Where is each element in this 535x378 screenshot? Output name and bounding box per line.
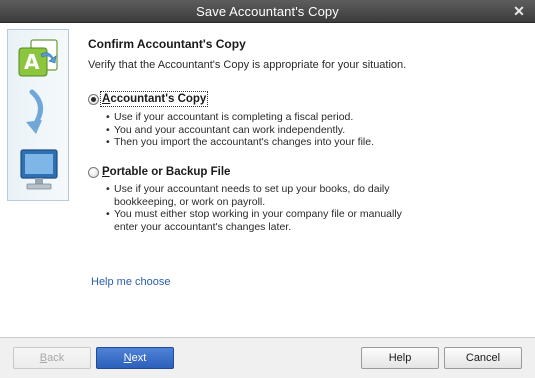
button-bar: Back Next Help Cancel	[0, 337, 535, 378]
option-accountants-copy[interactable]: Accountant's Copy	[88, 91, 209, 107]
accountants-copy-radio[interactable]	[88, 93, 99, 105]
title-bar: Save Accountant's Copy ✕	[0, 0, 535, 23]
portable-backup-radio[interactable]	[88, 166, 99, 178]
accountants-copy-bullets: Use if your accountant is completing a f…	[106, 111, 374, 149]
portable-backup-bullets: Use if your accountant needs to set up y…	[106, 183, 406, 233]
accountants-copy-label[interactable]: Accountant's Copy	[99, 91, 209, 107]
list-item: You must either stop working in your com…	[106, 208, 406, 233]
next-button[interactable]: Next	[96, 347, 174, 369]
dialog-content: A Confirm Accountant's Copy Verify that …	[0, 23, 535, 337]
page-heading: Confirm Accountant's Copy	[88, 37, 246, 51]
svg-text:A: A	[24, 50, 40, 74]
cancel-button[interactable]: Cancel	[444, 347, 522, 369]
help-me-choose-link[interactable]: Help me choose	[91, 276, 171, 288]
monitor-icon	[20, 149, 58, 190]
help-button[interactable]: Help	[361, 347, 439, 369]
portable-backup-label[interactable]: Portable or Backup File	[102, 166, 230, 178]
list-item: Use if your accountant is completing a f…	[106, 111, 374, 124]
list-item: You and your accountant can work indepen…	[106, 124, 374, 137]
accountant-copy-icon: A	[18, 39, 58, 77]
side-illustration-panel: A	[7, 29, 69, 201]
close-icon[interactable]: ✕	[511, 2, 527, 20]
window-title: Save Accountant's Copy	[196, 4, 339, 19]
list-item: Use if your accountant needs to set up y…	[106, 183, 406, 208]
back-button[interactable]: Back	[13, 347, 91, 369]
option-portable-backup[interactable]: Portable or Backup File	[88, 166, 230, 178]
arrow-curve-icon	[26, 89, 43, 134]
page-subtext: Verify that the Accountant's Copy is app…	[88, 59, 407, 71]
list-item: Then you import the accountant's changes…	[106, 136, 374, 149]
